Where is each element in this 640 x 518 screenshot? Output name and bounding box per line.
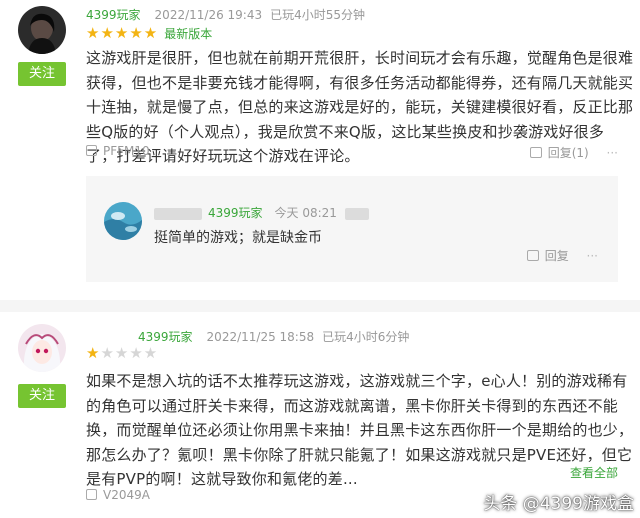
reply-actions: 回复 ··· — [526, 247, 598, 264]
playtime: 已玩4小时6分钟 — [322, 330, 410, 344]
timestamp: 2022/11/25 18:58 — [206, 330, 315, 344]
reply-button[interactable]: 回复 — [545, 249, 569, 263]
follow-button[interactable]: 关注 — [18, 62, 66, 86]
review-item-2: 4399玩家 2022/11/25 18:58 已玩4小时6分钟 ★★★★★ 关注 … — [0, 312, 640, 518]
hidden-username — [154, 207, 202, 220]
view-all-link[interactable]: 查看全部 — [570, 464, 618, 481]
device-model: V2049A — [103, 488, 150, 502]
device-info: PFFM10 — [86, 144, 150, 158]
review-text: 如果不是想入坑的话不太推荐玩这游戏，这游戏就三个字，e心人！别的游戏稀有的角色可… — [86, 372, 634, 488]
version-badge: 最新版本 — [164, 27, 213, 41]
avatar[interactable] — [18, 324, 66, 372]
username[interactable]: 4399玩家 — [86, 8, 141, 22]
divider — [0, 300, 640, 312]
reply-icon[interactable] — [529, 147, 542, 158]
reply-button[interactable]: 回复(1) — [548, 146, 589, 160]
reply-text: 挺简单的游戏；就是缺金币 — [154, 230, 322, 246]
phone-icon — [86, 145, 97, 156]
phone-icon — [86, 489, 97, 500]
review-actions: 回复(1) ··· — [524, 144, 618, 161]
hidden-info — [344, 207, 369, 220]
playtime: 已玩4小时55分钟 — [270, 8, 366, 22]
device-model: PFFM10 — [103, 144, 150, 158]
watermark: 头条 @4399游戏盒 — [483, 494, 634, 514]
follow-button[interactable]: 关注 — [18, 384, 66, 408]
star-icon: ★ — [86, 344, 101, 362]
review-meta: 4399玩家 2022/11/25 18:58 已玩4小时6分钟 — [138, 328, 409, 345]
review-item-1: 4399玩家 2022/11/26 19:43 已玩4小时55分钟 ★★★★★ 最新版… — [0, 0, 640, 300]
reply-icon[interactable] — [526, 250, 539, 261]
rating-stars: ★★★★★ — [86, 344, 158, 362]
more-icon[interactable]: ··· — [607, 146, 618, 160]
review-meta: 4399玩家 2022/11/26 19:43 已玩4小时55分钟 — [86, 6, 365, 23]
timestamp: 2022/11/26 19:43 — [154, 8, 263, 22]
star-icon: ★★★★★ — [86, 24, 159, 42]
reply-time: 今天 08:21 — [274, 206, 337, 220]
reply-username[interactable]: 4399玩家 — [208, 206, 263, 220]
reply-thread: 4399玩家 今天 08:21 挺简单的游戏；就是缺金币 回复 ··· — [86, 176, 618, 282]
avatar[interactable] — [18, 6, 66, 54]
reply-meta: 4399玩家 今天 08:21 — [154, 204, 369, 221]
username[interactable]: 4399玩家 — [138, 330, 193, 344]
device-info: V2049A — [86, 488, 150, 502]
reply-avatar[interactable] — [104, 202, 142, 240]
star-empty-icon: ★★★★ — [100, 344, 159, 362]
more-icon[interactable]: ··· — [587, 249, 598, 263]
rating-stars: ★★★★★ 最新版本 — [86, 24, 212, 42]
